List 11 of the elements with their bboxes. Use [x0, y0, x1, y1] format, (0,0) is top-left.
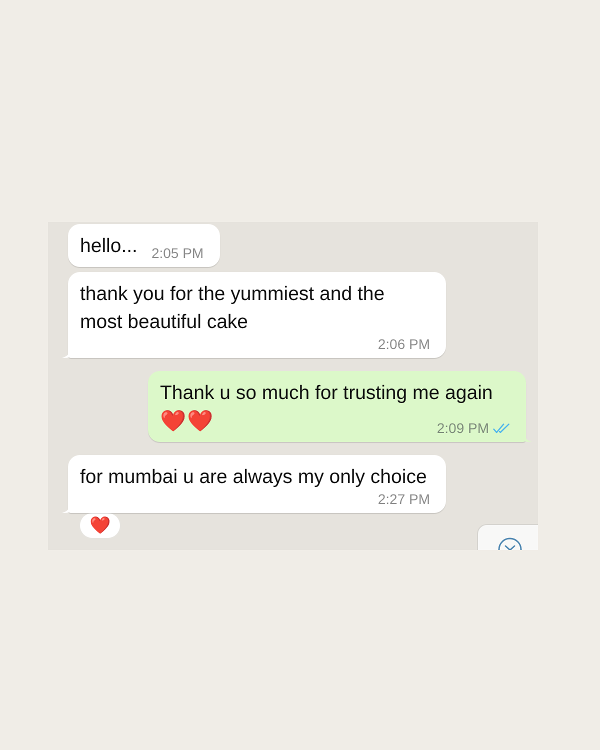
message-time: 2:06 PM	[378, 336, 430, 352]
message-text: hello...	[80, 234, 138, 259]
message-time: 2:27 PM	[378, 491, 430, 507]
message-emoji: ❤❤	[160, 408, 214, 435]
message-time: 2:05 PM	[151, 245, 204, 261]
message-text: for mumbai u are always my only choice	[80, 465, 427, 490]
reaction-pill[interactable]: ❤	[80, 513, 120, 538]
scroll-down-button[interactable]	[477, 524, 538, 550]
message-text: Thank u so much for trusting me again	[160, 381, 493, 406]
message-text: thank you for the yummiest and the most beautiful cake	[80, 282, 386, 335]
message-time: 2:09 PM	[436, 420, 489, 436]
